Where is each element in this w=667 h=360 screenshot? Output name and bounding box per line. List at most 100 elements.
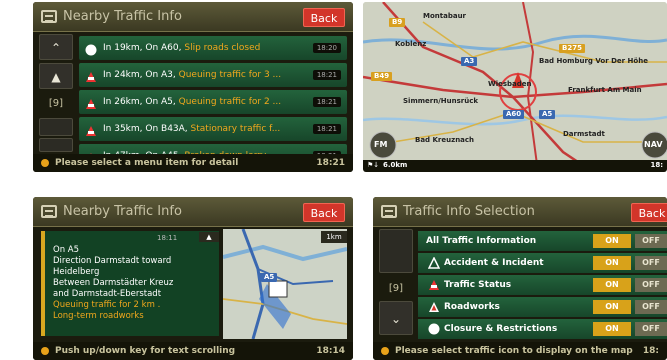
on-button[interactable]: ON	[593, 256, 631, 270]
off-button[interactable]: OFF	[635, 322, 667, 336]
traffic-type-label: Closure & Restrictions	[444, 324, 558, 334]
page-down-button[interactable]: ⌄	[379, 301, 413, 335]
status-footer: Push up/down key for text scrolling 18:1…	[33, 342, 353, 360]
clock: 18:	[642, 346, 659, 356]
scroll-down-button[interactable]	[39, 118, 73, 136]
page-title: Nearby Traffic Info	[63, 9, 182, 24]
status-footer: Please select a menu item for detail 18:…	[33, 154, 353, 172]
on-button[interactable]: ON	[593, 322, 631, 336]
event-time: 18:20	[312, 43, 341, 53]
event-description: Queuing traffic for 2 ...	[178, 97, 282, 107]
traffic-detail-panel: Nearby Traffic Info Back 18:11 ▲ On A5 D…	[33, 197, 353, 360]
detail-timestamp: 18:11	[157, 234, 178, 242]
scroll-up-button[interactable]	[379, 229, 413, 273]
road-badge: A5	[539, 110, 556, 119]
traffic-info-icon	[41, 10, 57, 23]
traffic-event-row[interactable]: In 19km, On A60, Slip roads closed 18:20	[79, 36, 347, 60]
direction-flag-icon: ⚑↓	[367, 161, 380, 169]
road-badge: B49	[371, 72, 393, 81]
traffic-event-row[interactable]: In 26km, On A5, Queuing traffic for 2 ..…	[79, 90, 347, 114]
traffic-type-row: Traffic Status ON OFF	[418, 275, 667, 295]
traffic-event-list: In 19km, On A60, Slip roads closed 18:20 I…	[79, 36, 347, 171]
event-description: Stationary traffic f...	[190, 124, 281, 134]
map-label: Koblenz	[395, 40, 427, 48]
traffic-type-label: Accident & Incident	[444, 258, 544, 268]
event-location: In 35km, On B43A,	[103, 124, 191, 134]
page-down-button[interactable]	[39, 138, 73, 152]
detail-line: Heidelberg	[53, 267, 100, 277]
event-description: Slip roads closed	[184, 43, 261, 53]
detail-line: Direction Darmstadt toward	[53, 256, 172, 266]
detail-map[interactable]	[223, 229, 347, 339]
footer-hint: Push up/down key for text scrolling	[55, 346, 236, 356]
traffic-event-row[interactable]: In 24km, On A3, Queuing traffic for 3 ..…	[79, 63, 347, 87]
detail-event: Long-term roadworks	[53, 311, 144, 321]
event-time: 18:21	[312, 70, 341, 80]
traffic-event-row[interactable]: In 35km, On B43A, Stationary traffic f..…	[79, 117, 347, 141]
event-detail-text: 18:11 ▲ On A5 Direction Darmstadt toward…	[41, 231, 219, 336]
traffic-status-icon	[85, 96, 97, 109]
footer-hint: Please select a menu item for detail	[55, 158, 239, 168]
item-count: [9]	[388, 283, 404, 294]
traffic-status-icon	[85, 123, 97, 136]
back-button[interactable]: Back	[631, 203, 667, 222]
map-label: Bad Kreuznach	[415, 136, 475, 144]
list-scroll-controls: [9] ⌄	[379, 229, 413, 338]
scroll-up-button[interactable]: ▲	[39, 63, 73, 89]
traffic-type-row: Closure & Restrictions ON OFF	[418, 319, 667, 339]
page-title: Traffic Info Selection	[403, 204, 535, 219]
nav-button[interactable]: NAV	[644, 140, 663, 149]
traffic-info-icon	[381, 205, 397, 218]
traffic-type-label: All Traffic Information	[426, 236, 537, 246]
back-button[interactable]: Back	[303, 8, 345, 27]
page-title: Nearby Traffic Info	[63, 204, 182, 219]
scroll-up-icon[interactable]: ▲	[199, 232, 219, 242]
map-label: Darmstadt	[563, 130, 605, 138]
traffic-type-row: Accident & Incident ON OFF	[418, 253, 667, 273]
event-text: In 19km, On A60, Slip roads closed	[103, 36, 260, 60]
event-text: In 35km, On B43A, Stationary traffic f..…	[103, 117, 280, 141]
map-label: Wiesbaden	[488, 80, 532, 88]
on-button[interactable]: ON	[593, 234, 631, 248]
detail-line: On A5	[53, 245, 80, 255]
info-dot-icon	[381, 347, 389, 355]
off-button[interactable]: OFF	[635, 234, 667, 248]
traffic-status-icon	[428, 279, 440, 291]
road-badge: A60	[503, 110, 525, 119]
title-bar: Nearby Traffic Info Back	[33, 2, 353, 32]
detail-line: Between Darmstädter Kreuz	[53, 278, 174, 288]
off-button[interactable]: OFF	[635, 256, 667, 270]
off-button[interactable]: OFF	[635, 300, 667, 314]
traffic-info-icon	[41, 205, 57, 218]
event-location: In 19km, On A60,	[103, 43, 185, 53]
roadworks-icon	[428, 301, 440, 313]
map-label: Montabaur	[423, 12, 466, 20]
on-button[interactable]: ON	[593, 300, 631, 314]
title-bar: Nearby Traffic Info Back	[33, 197, 353, 227]
accident-icon	[427, 256, 441, 269]
page-up-button[interactable]: ⌃	[39, 34, 73, 60]
clock: 18:21	[316, 158, 345, 168]
road-badge: A5	[261, 273, 278, 282]
detail-line: and Darmstadt-Eberstadt	[53, 289, 162, 299]
clock: 18:	[650, 161, 663, 169]
back-button[interactable]: Back	[303, 203, 345, 222]
map-label: Frankfurt Am Main	[568, 86, 642, 94]
status-footer: Please select traffic icon to display on…	[373, 342, 667, 360]
fm-button[interactable]: FM	[374, 140, 387, 149]
item-count: [9]	[48, 98, 64, 109]
map-label: Bad Homburg Vor Der Höhe	[539, 57, 648, 65]
event-text: In 26km, On A5, Queuing traffic for 2 ..…	[103, 90, 281, 114]
off-button[interactable]: OFF	[635, 278, 667, 292]
map-scale: 1km	[321, 231, 347, 243]
on-button[interactable]: ON	[593, 278, 631, 292]
nearby-traffic-list-panel: Nearby Traffic Info Back ⌃ ▲ [9] In 19km…	[33, 2, 353, 172]
list-scroll-controls: ⌃ ▲ [9]	[39, 34, 73, 152]
info-dot-icon	[41, 347, 49, 355]
closure-icon	[85, 42, 97, 56]
traffic-selection-panel: Traffic Info Selection Back [9] ⌄ All Tr…	[373, 197, 667, 360]
event-time: 18:21	[312, 124, 341, 134]
map-label: Simmern/Hunsrück	[403, 97, 479, 105]
info-dot-icon	[41, 159, 49, 167]
detail-event: Queuing traffic for 2 km .	[53, 300, 161, 310]
